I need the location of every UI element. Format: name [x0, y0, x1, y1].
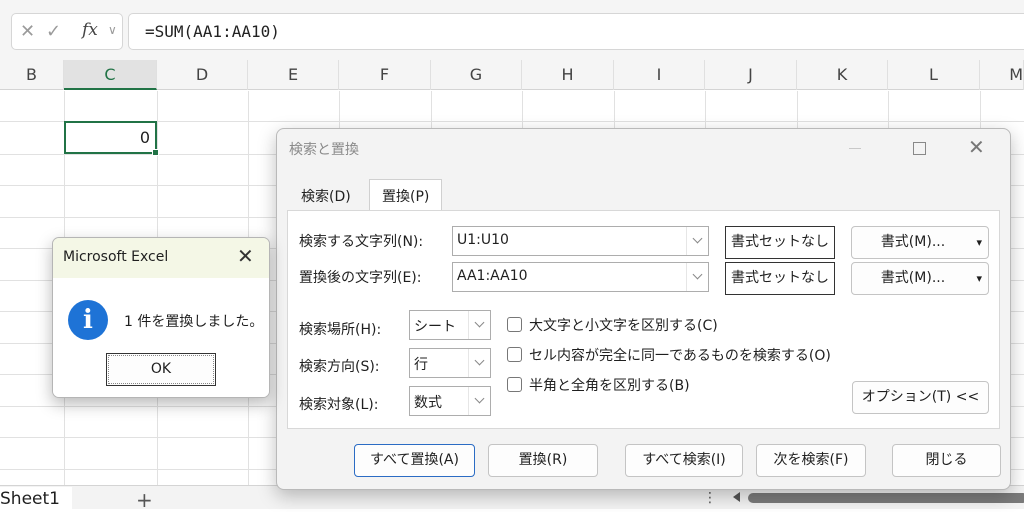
minimize-icon[interactable]	[849, 148, 861, 149]
close-icon[interactable]: ✕	[968, 135, 985, 159]
chevron-down-icon[interactable]	[686, 263, 708, 291]
match-case-checkbox[interactable]: 大文字と小文字を区別する(C)	[507, 315, 718, 335]
within-value: シート	[414, 319, 456, 335]
find-format-button[interactable]: 書式(M)...	[851, 226, 989, 259]
horizontal-scrollbar-thumb[interactable]	[748, 493, 1024, 503]
replace-button[interactable]: 置換(R)	[488, 444, 598, 477]
column-header[interactable]: H	[522, 60, 614, 90]
match-case-label: 大文字と小文字を区別する(C)	[529, 318, 718, 334]
column-header-row: B C D E F G H I J K L M	[0, 60, 1024, 90]
checkbox-box[interactable]	[507, 317, 522, 332]
checkbox-box[interactable]	[507, 377, 522, 392]
find-what-combobox[interactable]: U1:U10	[452, 226, 709, 256]
maximize-icon[interactable]	[913, 142, 926, 155]
column-header[interactable]: L	[888, 60, 980, 90]
look-in-select[interactable]: 数式	[409, 386, 491, 416]
column-header[interactable]: D	[157, 60, 248, 90]
find-all-button[interactable]: すべて検索(I)	[625, 444, 743, 477]
replace-format-button[interactable]: 書式(M)...	[851, 262, 989, 295]
find-what-value: U1:U10	[457, 232, 509, 248]
sheet-tab-active[interactable]: Sheet1	[0, 487, 72, 511]
formula-bar: ✕ ✓ fx ∨ =SUM(AA1:AA10)	[0, 0, 1024, 60]
message-box-titlebar: Microsoft Excel ✕	[53, 238, 269, 278]
active-cell[interactable]: 0	[64, 121, 159, 156]
chevron-down-icon[interactable]	[468, 311, 490, 339]
column-header-selected[interactable]: C	[64, 60, 157, 90]
look-in-label: 検索対象(L):	[299, 397, 379, 413]
replace-with-combobox[interactable]: AA1:AA10	[452, 262, 709, 292]
scroll-left-arrow-icon[interactable]	[733, 492, 740, 502]
search-direction-value: 行	[414, 357, 428, 373]
find-replace-dialog: 検索と置換 ✕ 検索(D) 置換(P) 検索する文字列(N): U1:U10 書…	[276, 128, 1011, 490]
checkmark-icon[interactable]: ✓	[46, 21, 61, 42]
info-icon: i	[68, 300, 108, 340]
more-options-icon[interactable]: ⋮	[703, 490, 717, 506]
chevron-down-icon[interactable]	[686, 227, 708, 255]
find-format-preview: 書式セットなし	[725, 226, 835, 259]
column-header[interactable]: M	[980, 60, 1024, 90]
match-entire-checkbox[interactable]: セル内容が完全に同一であるものを検索する(O)	[507, 345, 831, 365]
column-header[interactable]: I	[614, 60, 705, 90]
replace-format-preview: 書式セットなし	[725, 262, 835, 295]
message-box-body: i 1 件を置換しました。 OK	[53, 278, 269, 397]
column-header[interactable]: F	[339, 60, 431, 90]
replace-all-button[interactable]: すべて置換(A)	[354, 444, 475, 477]
column-header[interactable]: E	[248, 60, 339, 90]
formula-input[interactable]: =SUM(AA1:AA10)	[128, 13, 1024, 50]
fx-icon[interactable]: fx	[82, 20, 98, 40]
close-button[interactable]: 閉じる	[892, 444, 1001, 477]
dialog-title: 検索と置換	[289, 142, 359, 158]
tab-replace[interactable]: 置換(P)	[369, 179, 443, 211]
message-box-title: Microsoft Excel	[63, 249, 169, 265]
look-in-value: 数式	[414, 395, 442, 411]
column-header[interactable]: K	[797, 60, 888, 90]
search-direction-label: 検索方向(S):	[299, 359, 380, 375]
ok-button[interactable]: OK	[106, 353, 216, 386]
cancel-x-icon[interactable]: ✕	[20, 21, 35, 42]
column-header[interactable]: B	[0, 60, 64, 90]
close-icon[interactable]: ✕	[237, 244, 254, 268]
message-text: 1 件を置換しました。	[124, 314, 264, 330]
chevron-down-icon[interactable]	[468, 349, 490, 377]
add-sheet-button[interactable]: +	[136, 488, 153, 512]
within-select[interactable]: シート	[409, 310, 491, 340]
checkbox-box[interactable]	[507, 347, 522, 362]
options-button[interactable]: オプション(T) <<	[852, 381, 989, 414]
message-box: Microsoft Excel ✕ i 1 件を置換しました。 OK	[52, 237, 270, 398]
replace-with-value: AA1:AA10	[457, 268, 528, 284]
replace-tab-panel: 検索する文字列(N): U1:U10 書式セットなし 書式(M)... 置換後の…	[287, 210, 1000, 429]
find-what-label: 検索する文字列(N):	[299, 234, 424, 250]
within-label: 検索場所(H):	[299, 322, 382, 338]
column-header[interactable]: G	[431, 60, 522, 90]
search-direction-select[interactable]: 行	[409, 348, 491, 378]
match-byte-label: 半角と全角を区別する(B)	[529, 378, 690, 394]
replace-with-label: 置換後の文字列(E):	[299, 270, 422, 286]
match-byte-checkbox[interactable]: 半角と全角を区別する(B)	[507, 375, 690, 395]
find-next-button[interactable]: 次を検索(F)	[756, 444, 866, 477]
chevron-down-icon[interactable]	[468, 387, 490, 415]
chevron-down-icon[interactable]: ∨	[108, 23, 117, 37]
match-entire-label: セル内容が完全に同一であるものを検索する(O)	[529, 348, 831, 364]
tab-find[interactable]: 検索(D)	[289, 180, 363, 210]
formula-bar-buttons: ✕ ✓ fx ∨	[11, 13, 123, 50]
column-header[interactable]: J	[705, 60, 797, 90]
